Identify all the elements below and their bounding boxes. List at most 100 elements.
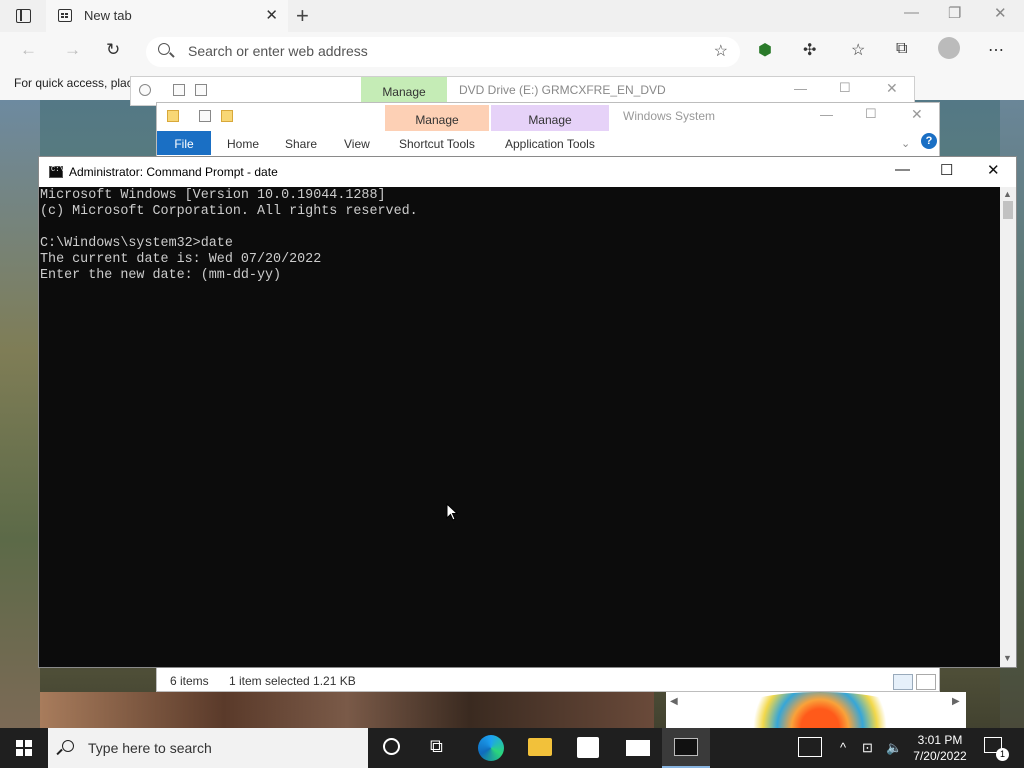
ribbon-tab-file[interactable]: File xyxy=(157,131,211,155)
cmd-title: Administrator: Command Prompt - date xyxy=(69,165,278,179)
help-icon[interactable]: ? xyxy=(921,133,937,149)
notification-count-badge: 1 xyxy=(996,748,1009,761)
ribbon-tab-application-tools[interactable]: Application Tools xyxy=(505,137,595,151)
show-hidden-icons[interactable]: ^ xyxy=(840,740,846,755)
add-favorite-icon[interactable]: ☆ xyxy=(714,41,728,61)
scroll-up-icon[interactable]: ▲ xyxy=(1003,189,1012,199)
minimize-icon[interactable]: — xyxy=(794,81,807,96)
new-folder-icon[interactable] xyxy=(195,84,207,96)
address-placeholder: Search or enter web address xyxy=(188,43,368,59)
status-bar: 6 items 1 item selected 1.21 KB xyxy=(157,669,939,691)
tab-actions-icon[interactable] xyxy=(16,9,31,23)
forward-icon[interactable]: → xyxy=(64,40,81,60)
news-widget-icon[interactable] xyxy=(798,737,822,757)
manage-tab-application[interactable]: Manage xyxy=(491,105,609,131)
taskbar-search-box[interactable]: Type here to search xyxy=(48,728,368,768)
search-icon xyxy=(62,740,74,752)
background-graphic: ◀ ▶ xyxy=(666,692,966,732)
selection-info: 1 item selected 1.21 KB xyxy=(229,674,356,688)
close-icon[interactable]: ✕ xyxy=(886,80,898,97)
background-image-left xyxy=(0,100,40,728)
new-tab-page-icon xyxy=(58,9,72,22)
more-icon[interactable]: ⋯ xyxy=(988,40,1004,60)
scrollbar-thumb[interactable] xyxy=(1003,201,1013,219)
console-line: Enter the new date: (mm-dd-yy) xyxy=(40,268,282,283)
ribbon-tab-home[interactable]: Home xyxy=(227,137,259,151)
scroll-left-icon[interactable]: ◀ xyxy=(670,696,678,707)
task-view-icon[interactable]: ⧉ xyxy=(430,736,456,760)
maximize-icon[interactable]: ☐ xyxy=(839,80,851,96)
back-icon[interactable]: ← xyxy=(20,40,37,60)
console-output[interactable]: Microsoft Windows [Version 10.0.19044.12… xyxy=(39,187,999,667)
console-scrollbar[interactable]: ▲ ▼ xyxy=(1000,187,1016,667)
ribbon-tab-view[interactable]: View xyxy=(344,137,370,151)
edge-browser-icon[interactable] xyxy=(478,735,504,761)
clock[interactable]: 3:01 PM 7/20/2022 xyxy=(908,732,972,764)
close-tab-icon[interactable]: ✕ xyxy=(265,6,278,24)
start-button[interactable] xyxy=(16,740,32,756)
cmd-titlebar[interactable]: Administrator: Command Prompt - date — ☐… xyxy=(39,157,1016,187)
maximize-icon[interactable]: ☐ xyxy=(865,106,877,122)
new-folder-icon[interactable] xyxy=(221,110,233,122)
extensions-icon[interactable]: ✣ xyxy=(803,40,816,60)
search-placeholder: Type here to search xyxy=(88,740,212,756)
ribbon-tabs: File Home Share View Shortcut Tools Appl… xyxy=(157,131,939,157)
large-icons-view-icon[interactable] xyxy=(916,674,936,690)
clock-time: 3:01 PM xyxy=(917,733,963,747)
store-icon[interactable] xyxy=(577,737,599,758)
network-icon[interactable]: ⊡ xyxy=(862,740,873,756)
browser-tabbar: New tab ✕ + — ❐ ✕ xyxy=(0,0,1024,32)
close-icon[interactable]: ✕ xyxy=(994,4,1007,22)
minimize-icon[interactable]: — xyxy=(904,4,919,21)
colorful-ring-image xyxy=(732,692,908,732)
refresh-icon[interactable]: ↻ xyxy=(106,40,120,60)
address-bar[interactable]: Search or enter web address ☆ xyxy=(146,37,740,67)
command-prompt-window[interactable]: Administrator: Command Prompt - date — ☐… xyxy=(38,156,1017,668)
folder-icon xyxy=(167,110,179,122)
restore-icon[interactable]: ❐ xyxy=(948,4,961,22)
new-tab-button[interactable]: + xyxy=(296,3,309,29)
window-title: DVD Drive (E:) GRMCXFRE_EN_DVD xyxy=(459,83,666,97)
search-icon xyxy=(158,43,170,55)
profile-avatar[interactable] xyxy=(938,37,960,59)
window-title: Windows System xyxy=(623,109,716,123)
minimize-icon[interactable]: — xyxy=(895,161,910,178)
favorites-icon[interactable]: ☆ xyxy=(851,40,865,60)
scroll-down-icon[interactable]: ▼ xyxy=(1003,653,1012,663)
manage-tab-shortcut[interactable]: Manage xyxy=(385,105,489,131)
taskbar-cmd-active[interactable] xyxy=(662,728,710,768)
ribbon-tab-shortcut-tools[interactable]: Shortcut Tools xyxy=(399,137,475,151)
ribbon-tab-share[interactable]: Share xyxy=(285,137,317,151)
maximize-icon[interactable]: ☐ xyxy=(940,161,953,179)
console-line: The current date is: Wed 07/20/2022 xyxy=(40,252,322,267)
properties-icon[interactable] xyxy=(173,84,185,96)
background-photo xyxy=(40,692,654,728)
cortana-icon[interactable] xyxy=(383,738,400,755)
mouse-cursor-icon xyxy=(446,503,458,521)
mail-icon[interactable] xyxy=(626,740,650,756)
browser-navbar: ← → ↻ Search or enter web address ☆ ⬢ ✣ … xyxy=(0,32,1024,70)
explorer-app-icon xyxy=(139,84,151,96)
console-line: (c) Microsoft Corporation. All rights re… xyxy=(40,204,418,219)
taskbar: Type here to search ⧉ ^ ⊡ 🔈 3:01 PM 7/20… xyxy=(0,728,1024,768)
minimize-icon[interactable]: — xyxy=(820,107,833,122)
console-line: Microsoft Windows [Version 10.0.19044.12… xyxy=(40,188,386,203)
favorites-bar-hint: For quick access, plac xyxy=(14,76,133,90)
console-line: C:\Windows\system32>date xyxy=(40,236,233,251)
scroll-right-icon[interactable]: ▶ xyxy=(952,696,960,707)
command-prompt-icon xyxy=(674,738,698,756)
collections-icon[interactable]: ⧉ xyxy=(896,40,907,58)
properties-icon[interactable] xyxy=(199,110,211,122)
file-explorer-icon[interactable] xyxy=(528,738,552,756)
tab-label: New tab xyxy=(84,8,132,23)
extension-globe-icon[interactable]: ⬢ xyxy=(758,40,772,60)
volume-muted-icon[interactable]: 🔈 xyxy=(886,740,902,756)
expand-ribbon-icon[interactable]: ⌄ xyxy=(901,137,910,150)
details-view-icon[interactable] xyxy=(893,674,913,690)
browser-tab-new-tab[interactable]: New tab ✕ xyxy=(46,0,288,32)
clock-date: 7/20/2022 xyxy=(913,749,967,763)
cmd-app-icon xyxy=(49,166,64,178)
close-icon[interactable]: ✕ xyxy=(987,161,1000,179)
close-icon[interactable]: ✕ xyxy=(911,106,923,123)
